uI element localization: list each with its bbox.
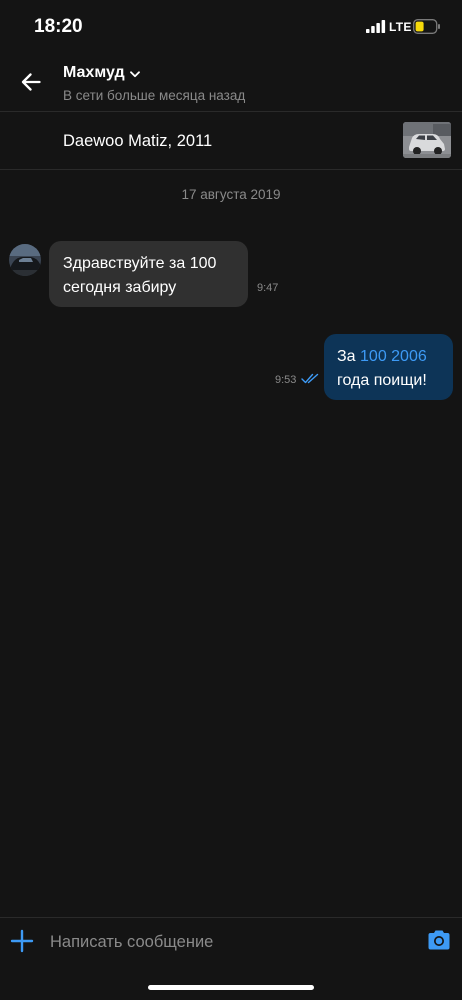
- chevron-down-icon: [129, 70, 140, 77]
- status-time: 18:20: [34, 16, 83, 37]
- incoming-message-bubble[interactable]: Здравствуйте за 100 сегодня забиру: [49, 241, 248, 307]
- camera-icon: [428, 930, 450, 950]
- plus-icon: [10, 929, 34, 953]
- listing-preview[interactable]: Daewoo Matiz, 2011: [0, 112, 462, 170]
- status-bar: 18:20 LTE: [0, 0, 462, 54]
- contact-status: В сети больше месяца назад: [63, 88, 246, 103]
- message-input[interactable]: [50, 930, 410, 954]
- network-type: LTE: [389, 20, 412, 34]
- message-link[interactable]: 100 2006: [360, 348, 427, 365]
- signal-icon: [366, 20, 386, 33]
- contact-name: Махмуд: [63, 64, 125, 81]
- home-indicator[interactable]: [148, 985, 314, 990]
- message-text-line: года поищи!: [337, 372, 427, 389]
- listing-thumbnail: [403, 122, 451, 158]
- message-time: 9:53: [275, 374, 297, 386]
- contact-name-button[interactable]: Махмуд: [63, 64, 140, 82]
- message-text-line: Здравствуйте за 100: [63, 255, 217, 272]
- message-time: 9:47: [257, 282, 279, 294]
- double-check-icon: [301, 373, 319, 384]
- avatar-photo: [9, 244, 41, 276]
- message-text-line: За 100 2006: [337, 345, 453, 369]
- chat-header: Махмуд В сети больше месяца назад: [0, 54, 462, 112]
- battery-icon: [413, 19, 440, 34]
- chat-screen: 18:20 LTE Махмуд В сети больше месяца на…: [0, 0, 462, 1000]
- listing-title: Daewoo Matiz, 2011: [63, 132, 213, 150]
- add-attachment-button[interactable]: [9, 928, 35, 954]
- date-separator: 17 августа 2019: [181, 187, 281, 202]
- message-text: За: [337, 348, 361, 365]
- camera-button[interactable]: [426, 929, 454, 953]
- back-arrow-icon: [21, 73, 41, 91]
- contact-avatar[interactable]: [9, 244, 41, 276]
- message-text-line: сегодня забиру: [63, 279, 177, 296]
- car-photo: [403, 122, 451, 158]
- back-button[interactable]: [14, 67, 48, 97]
- outgoing-message-bubble[interactable]: За 100 2006 года поищи!: [324, 334, 453, 400]
